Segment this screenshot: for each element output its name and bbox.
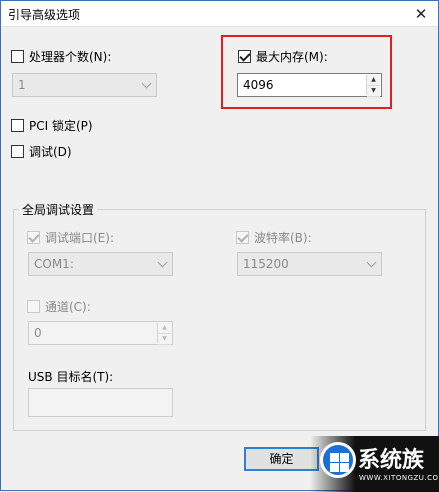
debug-checkbox[interactable]: 调试(D) bbox=[11, 142, 72, 160]
channel-checkbox[interactable]: 通道(C): bbox=[27, 297, 91, 315]
ok-button[interactable]: 确定 bbox=[244, 447, 319, 471]
global-debug-title: 全局调试设置 bbox=[19, 201, 98, 218]
chevron-down-icon bbox=[141, 78, 152, 89]
max-memory-label: 最大内存(M): bbox=[256, 49, 328, 64]
baud-rate-label: 波特率(B): bbox=[254, 230, 312, 245]
debug-port-select[interactable]: COM1: bbox=[28, 252, 173, 276]
debug-port-value: COM1: bbox=[34, 257, 74, 271]
watermark-logo: 系统族 WWW.XITONGZU.COM bbox=[310, 436, 439, 492]
advanced-boot-options-dialog: 引导高级选项 ✕ 处理器个数(N): 1 最大内存(M): 4096 ▲ ▼ P… bbox=[0, 0, 439, 492]
pci-lock-checkbox[interactable]: PCI 锁定(P) bbox=[11, 116, 93, 134]
processor-count-label: 处理器个数(N): bbox=[29, 49, 112, 64]
processor-count-value: 1 bbox=[18, 78, 26, 92]
channel-label: 通道(C): bbox=[45, 299, 91, 314]
channel-input[interactable]: 0 ▲ ▼ bbox=[28, 321, 173, 345]
chevron-down-icon bbox=[157, 257, 168, 268]
checkbox-icon bbox=[236, 230, 249, 244]
spin-down-icon[interactable]: ▼ bbox=[367, 86, 380, 97]
max-memory-value: 4096 bbox=[243, 78, 274, 92]
usb-target-input[interactable] bbox=[28, 388, 173, 417]
chevron-down-icon bbox=[366, 257, 377, 268]
checkbox-icon bbox=[11, 118, 24, 132]
watermark-brand: 系统族 bbox=[358, 448, 425, 473]
debug-port-label: 调试端口(E): bbox=[45, 230, 114, 245]
checkbox-icon bbox=[238, 49, 251, 63]
processor-count-select[interactable]: 1 bbox=[12, 73, 157, 97]
usb-target-label: USB 目标名(T): bbox=[28, 370, 114, 384]
processor-count-checkbox[interactable]: 处理器个数(N): bbox=[11, 47, 111, 65]
max-memory-checkbox[interactable]: 最大内存(M): bbox=[238, 47, 328, 65]
spin-up-icon[interactable]: ▲ bbox=[367, 75, 380, 86]
windows-logo-icon bbox=[320, 442, 356, 478]
checkbox-icon bbox=[27, 299, 40, 313]
debug-port-checkbox[interactable]: 调试端口(E): bbox=[27, 228, 114, 246]
baud-rate-select[interactable]: 115200 bbox=[237, 252, 382, 276]
checkbox-icon bbox=[11, 49, 24, 63]
debug-label: 调试(D) bbox=[29, 144, 72, 159]
spin-down-icon[interactable]: ▼ bbox=[158, 334, 171, 345]
close-icon[interactable]: ✕ bbox=[410, 3, 432, 25]
watermark-site: WWW.XITONGZU.COM bbox=[359, 474, 439, 482]
max-memory-input[interactable]: 4096 ▲ ▼ bbox=[237, 73, 382, 97]
window-title: 引导高级选项 bbox=[8, 8, 81, 22]
pci-lock-label: PCI 锁定(P) bbox=[29, 118, 93, 133]
checkbox-icon bbox=[27, 230, 40, 244]
spin-up-icon[interactable]: ▲ bbox=[158, 323, 171, 334]
title-bar: 引导高级选项 ✕ bbox=[1, 1, 438, 27]
baud-rate-checkbox[interactable]: 波特率(B): bbox=[236, 228, 312, 246]
baud-rate-value: 115200 bbox=[243, 257, 289, 271]
checkbox-icon bbox=[11, 144, 24, 158]
channel-value: 0 bbox=[34, 326, 42, 340]
